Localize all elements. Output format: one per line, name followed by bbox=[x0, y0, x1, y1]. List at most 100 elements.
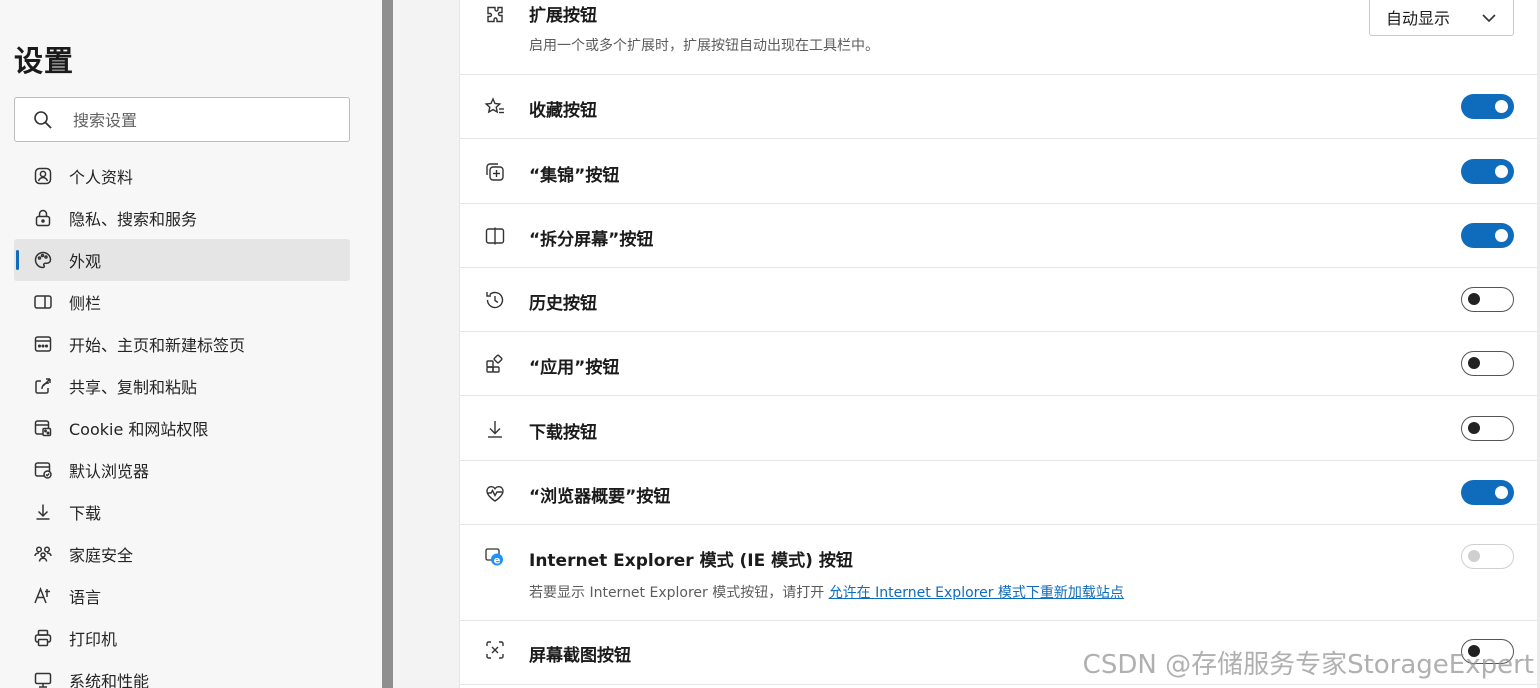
setting-row-collections: “集锦”按钮 bbox=[460, 139, 1538, 204]
sidebar-item-default-browser[interactable]: 默认浏览器 bbox=[14, 449, 350, 491]
printer-icon bbox=[32, 627, 54, 649]
sidebar-icon bbox=[32, 291, 54, 313]
setting-description: 若要显示 Internet Explorer 模式按钮，请打开 允许在 Inte… bbox=[529, 582, 1124, 602]
setting-row-extensions: 扩展按钮 启用一个或多个扩展时，扩展按钮自动出现在工具栏中。 自动显示 bbox=[460, 0, 1538, 75]
sidebar-item-label: 打印机 bbox=[69, 630, 118, 649]
toggle-knob bbox=[1468, 422, 1480, 434]
browser-essentials-icon bbox=[482, 480, 508, 506]
setting-label: 扩展按钮 bbox=[529, 6, 597, 26]
profile-icon bbox=[32, 165, 54, 187]
palette-icon bbox=[32, 249, 54, 271]
sidebar-item-label: 下载 bbox=[69, 504, 102, 523]
sidebar-item-appearance[interactable]: 外观 bbox=[14, 239, 350, 281]
setting-label: 屏幕截图按钮 bbox=[529, 646, 631, 666]
setting-label: “集锦”按钮 bbox=[529, 166, 620, 186]
setting-description: 启用一个或多个扩展时，扩展按钮自动出现在工具栏中。 bbox=[529, 38, 879, 54]
toggle-knob bbox=[1468, 293, 1480, 305]
sidebar-item-label: 侧栏 bbox=[69, 294, 102, 313]
svg-text:e: e bbox=[494, 555, 501, 566]
sidebar-item-start-home[interactable]: 开始、主页和新建标签页 bbox=[14, 323, 350, 365]
ie-mode-toggle[interactable] bbox=[1461, 544, 1514, 569]
setting-row-favorites: 收藏按钮 bbox=[460, 75, 1538, 139]
search-box[interactable] bbox=[14, 97, 350, 142]
setting-label: 收藏按钮 bbox=[529, 101, 597, 121]
sidebar-item-label: 共享、复制和粘贴 bbox=[69, 378, 198, 397]
download-icon bbox=[482, 416, 508, 442]
toggle-knob bbox=[1468, 550, 1480, 562]
search-icon bbox=[34, 111, 52, 129]
setting-row-browser-essentials: “浏览器概要”按钮 bbox=[460, 461, 1538, 525]
sidebar-item-share[interactable]: 共享、复制和粘贴 bbox=[14, 365, 350, 407]
toggle-knob bbox=[1468, 357, 1480, 369]
ie-icon: e bbox=[482, 544, 508, 570]
setting-row-history: 历史按钮 bbox=[460, 268, 1538, 332]
dropdown-value: 自动显示 bbox=[1386, 9, 1451, 28]
browser-essentials-toggle[interactable] bbox=[1461, 480, 1514, 505]
content-gutter bbox=[393, 0, 459, 688]
downloads-toggle[interactable] bbox=[1461, 416, 1514, 441]
cookie-icon bbox=[32, 417, 54, 439]
sidebar-item-label: Cookie 和网站权限 bbox=[69, 420, 209, 439]
language-icon bbox=[32, 585, 54, 607]
system-icon bbox=[32, 669, 54, 688]
extensions-visibility-dropdown[interactable]: 自动显示 bbox=[1369, 0, 1514, 36]
sidebar-item-cookies[interactable]: Cookie 和网站权限 bbox=[14, 407, 350, 449]
sidebar-item-label: 语言 bbox=[69, 588, 102, 607]
sidebar-item-label: 系统和性能 bbox=[69, 672, 150, 688]
sidebar-item-system[interactable]: 系统和性能 bbox=[14, 659, 350, 688]
apps-toggle[interactable] bbox=[1461, 351, 1514, 376]
lock-icon bbox=[32, 207, 54, 229]
family-icon bbox=[32, 543, 54, 565]
share-icon bbox=[32, 375, 54, 397]
sidebar-item-label: 隐私、搜索和服务 bbox=[69, 210, 198, 229]
setting-row-ie-mode: e Internet Explorer 模式 (IE 模式) 按钮 若要显示 I… bbox=[460, 525, 1538, 621]
split-screen-icon bbox=[482, 223, 508, 249]
watermark-text: CSDN @存储服务专家StorageExpert bbox=[1082, 650, 1534, 680]
extensions-icon bbox=[482, 2, 508, 28]
sidebar-item-label: 开始、主页和新建标签页 bbox=[69, 336, 246, 355]
sidebar-item-label: 外观 bbox=[69, 252, 102, 271]
settings-content-panel: 扩展按钮 启用一个或多个扩展时，扩展按钮自动出现在工具栏中。 自动显示 收藏按钮… bbox=[459, 0, 1540, 688]
screenshot-icon bbox=[482, 637, 508, 663]
home-tab-icon bbox=[32, 333, 54, 355]
sidebar-item-family[interactable]: 家庭安全 bbox=[14, 533, 350, 575]
sidebar-item-printers[interactable]: 打印机 bbox=[14, 617, 350, 659]
chevron-down-icon bbox=[1482, 14, 1496, 23]
setting-label: “应用”按钮 bbox=[529, 358, 620, 378]
toggle-knob bbox=[1495, 486, 1508, 499]
setting-label: Internet Explorer 模式 (IE 模式) 按钮 bbox=[529, 551, 853, 571]
search-input[interactable] bbox=[73, 106, 333, 134]
ie-description-text: 若要显示 Internet Explorer 模式按钮，请打开 bbox=[529, 585, 829, 601]
sidebar-item-label: 默认浏览器 bbox=[69, 462, 150, 481]
download-icon bbox=[32, 501, 54, 523]
favorites-icon bbox=[482, 94, 508, 120]
browser-icon bbox=[32, 459, 54, 481]
sidebar-item-downloads[interactable]: 下载 bbox=[14, 491, 350, 533]
toggle-knob bbox=[1495, 165, 1508, 178]
sidebar-nav: 个人资料 隐私、搜索和服务 外观 侧栏 开始、主页和新建标签页 共享、复制和粘贴… bbox=[14, 155, 350, 688]
setting-row-split-screen: “拆分屏幕”按钮 bbox=[460, 204, 1538, 268]
collections-icon bbox=[482, 159, 508, 185]
history-toggle[interactable] bbox=[1461, 287, 1514, 312]
toggle-knob bbox=[1495, 229, 1508, 242]
setting-label: “拆分屏幕”按钮 bbox=[529, 230, 654, 250]
settings-sidebar: 设置 个人资料 隐私、搜索和服务 外观 侧栏 开始、主页和新建标签页 共享、复制… bbox=[0, 0, 382, 688]
split-screen-toggle[interactable] bbox=[1461, 223, 1514, 248]
sidebar-item-sidebar[interactable]: 侧栏 bbox=[14, 281, 350, 323]
ie-reload-setting-link[interactable]: 允许在 Internet Explorer 模式下重新加载站点 bbox=[829, 585, 1124, 601]
sidebar-item-profile[interactable]: 个人资料 bbox=[14, 155, 350, 197]
history-icon bbox=[482, 287, 508, 313]
favorites-toggle[interactable] bbox=[1461, 94, 1514, 119]
setting-row-downloads: 下载按钮 bbox=[460, 396, 1538, 461]
sidebar-scrollbar[interactable] bbox=[382, 0, 393, 688]
toggle-knob bbox=[1495, 100, 1508, 113]
sidebar-item-label: 家庭安全 bbox=[69, 546, 134, 565]
page-title: 设置 bbox=[14, 44, 75, 78]
setting-label: “浏览器概要”按钮 bbox=[529, 487, 671, 507]
sidebar-item-label: 个人资料 bbox=[69, 168, 134, 187]
sidebar-item-languages[interactable]: 语言 bbox=[14, 575, 350, 617]
apps-icon bbox=[482, 351, 508, 377]
setting-row-apps: “应用”按钮 bbox=[460, 332, 1538, 396]
sidebar-item-privacy[interactable]: 隐私、搜索和服务 bbox=[14, 197, 350, 239]
collections-toggle[interactable] bbox=[1461, 159, 1514, 184]
